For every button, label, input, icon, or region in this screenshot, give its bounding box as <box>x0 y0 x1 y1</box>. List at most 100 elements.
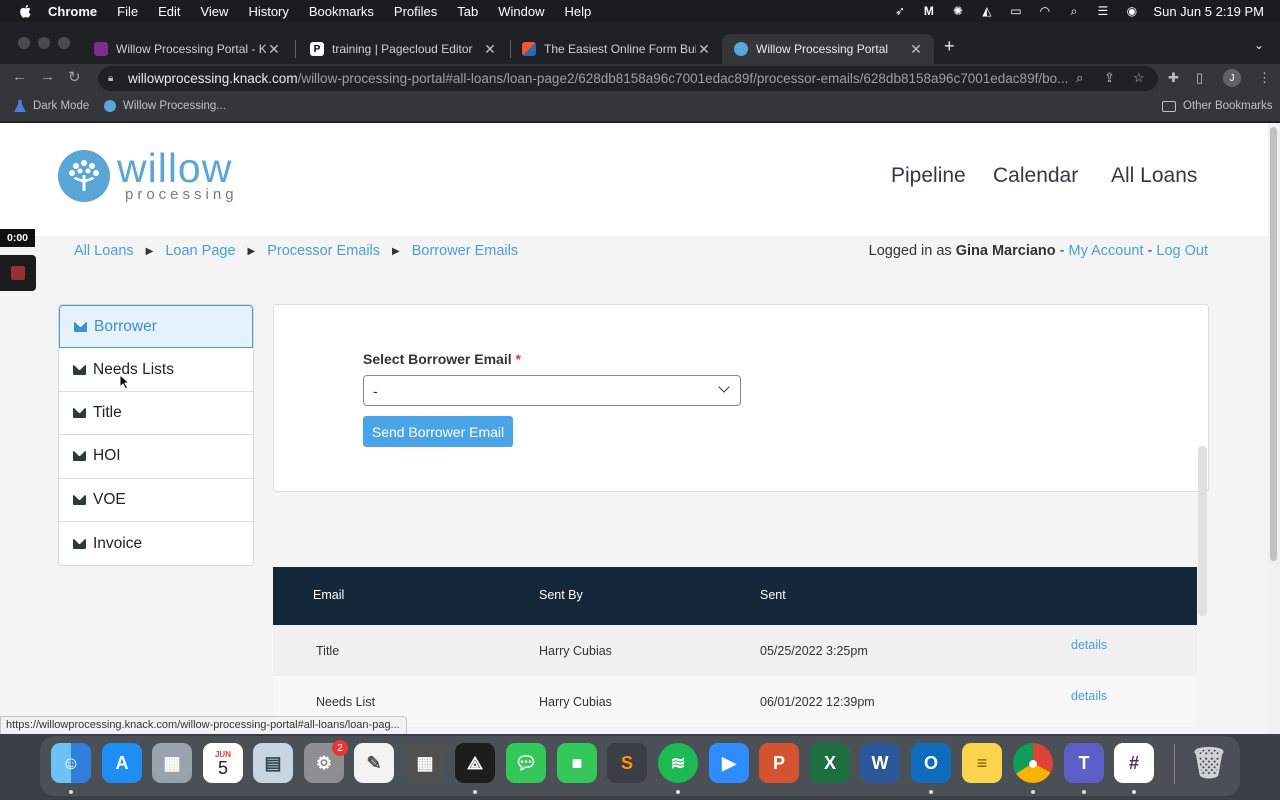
teams-icon[interactable]: T <box>1064 743 1104 783</box>
tab-close-icon[interactable]: ✕ <box>266 41 282 58</box>
nav-pipeline[interactable]: Pipeline <box>891 164 966 188</box>
menu-tab[interactable]: Tab <box>457 4 478 19</box>
tab-willow-portal-active[interactable]: Willow Processing Portal ✕ <box>722 34 934 64</box>
finder-icon[interactable]: ☺ <box>51 743 91 783</box>
menu-history[interactable]: History <box>248 4 288 19</box>
app-store-icon[interactable]: A <box>102 743 142 783</box>
tab-form-builder[interactable]: The Easiest Online Form Builde ✕ <box>510 34 722 64</box>
bookmark-star-icon[interactable]: ☆ <box>1133 70 1145 86</box>
menu-edit[interactable]: Edit <box>158 4 180 19</box>
breadcrumb-processor-emails[interactable]: Processor Emails <box>267 243 380 259</box>
details-link[interactable]: details <box>1071 638 1107 652</box>
tab-pagecloud[interactable]: P training | Pagecloud Editor ✕ <box>298 34 508 64</box>
breadcrumb-loan-page[interactable]: Loan Page <box>165 243 235 259</box>
wifi-icon[interactable]: ◠ <box>1037 4 1052 18</box>
tab-willow-knack[interactable]: Willow Processing Portal - Kna ✕ <box>82 34 292 64</box>
siri-icon[interactable]: ◉ <box>1124 4 1139 18</box>
acrobat-icon[interactable]: ⟁ <box>455 743 495 783</box>
send-borrower-email-button[interactable]: Send Borrower Email <box>363 416 513 447</box>
drive-icon[interactable]: ◭ <box>979 4 994 18</box>
menubar-clock[interactable]: Sun Jun 5 2:19 PM <box>1153 4 1264 19</box>
rocket-icon[interactable]: ➶ <box>892 4 907 18</box>
malwarebytes-icon[interactable]: M <box>921 4 936 18</box>
preview-icon[interactable]: ▤ <box>253 743 293 783</box>
borrower-email-select[interactable]: - <box>363 375 741 406</box>
willow-logo[interactable]: willow processing <box>57 148 238 203</box>
zoom-icon[interactable]: ⌕ <box>1076 70 1083 86</box>
menu-view[interactable]: View <box>200 4 228 19</box>
column-email[interactable]: Email <box>313 588 344 602</box>
powerpoint-icon[interactable]: P <box>759 743 799 783</box>
menu-item-hoi[interactable]: HOI <box>59 435 253 479</box>
window-close-button[interactable] <box>18 37 30 49</box>
chrome-menu-kebab-icon[interactable]: ⋮ <box>1258 70 1271 86</box>
link-status-url: https://willowprocessing.knack.com/willo… <box>0 716 407 735</box>
calendar-icon[interactable]: JUN 5 <box>203 743 243 783</box>
facetime-icon[interactable]: ■ <box>557 743 597 783</box>
menu-window[interactable]: Window <box>498 4 544 19</box>
bookmark-willow[interactable]: Willow Processing... <box>104 100 226 112</box>
zoom-icon[interactable]: ▶ <box>709 743 749 783</box>
window-zoom-button[interactable] <box>58 37 70 49</box>
tab-close-icon[interactable]: ✕ <box>696 41 712 58</box>
gear-status-icon[interactable]: ✺ <box>950 4 965 18</box>
window-minimize-button[interactable] <box>38 37 50 49</box>
scrollbar-thumb[interactable] <box>1270 127 1277 561</box>
share-icon[interactable]: ⇪ <box>1104 70 1115 86</box>
excel-icon[interactable]: X <box>810 743 850 783</box>
other-bookmarks[interactable]: Other Bookmarks <box>1162 100 1272 112</box>
notes-icon[interactable]: ≡ <box>962 743 1002 783</box>
menu-profiles[interactable]: Profiles <box>394 4 437 19</box>
log-out-link[interactable]: Log Out <box>1156 243 1208 259</box>
outlook-icon[interactable]: O <box>911 743 951 783</box>
menu-app-name[interactable]: Chrome <box>48 4 97 19</box>
apple-icon[interactable] <box>18 3 34 19</box>
control-center-icon[interactable]: ☰ <box>1095 4 1110 18</box>
tab-search-chevron-icon[interactable]: ⌄ <box>1254 38 1264 52</box>
menu-file[interactable]: File <box>117 4 138 19</box>
address-bar[interactable]: 🔒︎ willowprocessing.knack.com /willow-pr… <box>98 66 1158 91</box>
slack-icon[interactable]: # <box>1114 743 1154 783</box>
column-sent-by[interactable]: Sent By <box>539 588 583 602</box>
nav-all-loans[interactable]: All Loans <box>1111 164 1197 188</box>
menu-item-needs-lists[interactable]: Needs Lists <box>59 348 253 392</box>
new-tab-plus-icon[interactable]: + <box>944 36 955 57</box>
textedit-icon[interactable]: ✎ <box>354 743 394 783</box>
back-arrow-icon[interactable]: ← <box>12 68 27 85</box>
chrome-icon[interactable]: ● <box>1013 743 1053 783</box>
column-sent[interactable]: Sent <box>760 588 786 602</box>
details-link[interactable]: details <box>1071 689 1107 703</box>
trash-icon[interactable]: 🗑︎ <box>1189 743 1229 783</box>
breadcrumb-all-loans[interactable]: All Loans <box>74 243 134 259</box>
table-scrollbar[interactable] <box>1198 446 1207 616</box>
spotlight-search-icon[interactable]: ⌕ <box>1066 4 1081 18</box>
breadcrumb-borrower-emails[interactable]: Borrower Emails <box>412 243 518 259</box>
menu-item-voe[interactable]: VOE <box>59 479 253 522</box>
page-scrollbar[interactable] <box>1268 123 1280 734</box>
calculator-icon[interactable]: ▦ <box>405 743 445 783</box>
menu-help[interactable]: Help <box>565 4 592 19</box>
word-icon[interactable]: W <box>860 743 900 783</box>
forward-arrow-icon[interactable]: → <box>40 68 55 85</box>
reload-icon[interactable]: ↻ <box>68 68 81 86</box>
tab-close-icon[interactable]: ✕ <box>482 41 498 58</box>
battery-icon[interactable]: ▭ <box>1008 4 1023 18</box>
side-panel-icon[interactable]: ▯ <box>1196 70 1203 86</box>
messages-icon[interactable]: 💬︎ <box>506 743 546 783</box>
menu-item-invoice[interactable]: Invoice <box>59 522 253 565</box>
sublime-icon[interactable]: S <box>607 743 647 783</box>
tab-close-icon[interactable]: ✕ <box>908 41 924 58</box>
profile-avatar[interactable]: J <box>1223 69 1241 87</box>
nav-calendar[interactable]: Calendar <box>993 164 1078 188</box>
stop-recording-button[interactable] <box>0 255 36 291</box>
launchpad-icon[interactable]: ▦ <box>152 743 192 783</box>
spotify-icon[interactable]: ≋ <box>658 743 698 783</box>
lock-icon[interactable]: 🔒︎ <box>108 73 119 84</box>
logo-subword: processing <box>125 186 238 203</box>
extensions-puzzle-icon[interactable]: ✚ <box>1168 70 1179 86</box>
my-account-link[interactable]: My Account <box>1069 243 1144 259</box>
menu-item-borrower[interactable]: Borrower <box>59 305 253 349</box>
bookmark-dark-mode[interactable]: Dark Mode <box>14 100 89 112</box>
menu-item-title[interactable]: Title <box>59 392 253 436</box>
menu-bookmarks[interactable]: Bookmarks <box>309 4 374 19</box>
